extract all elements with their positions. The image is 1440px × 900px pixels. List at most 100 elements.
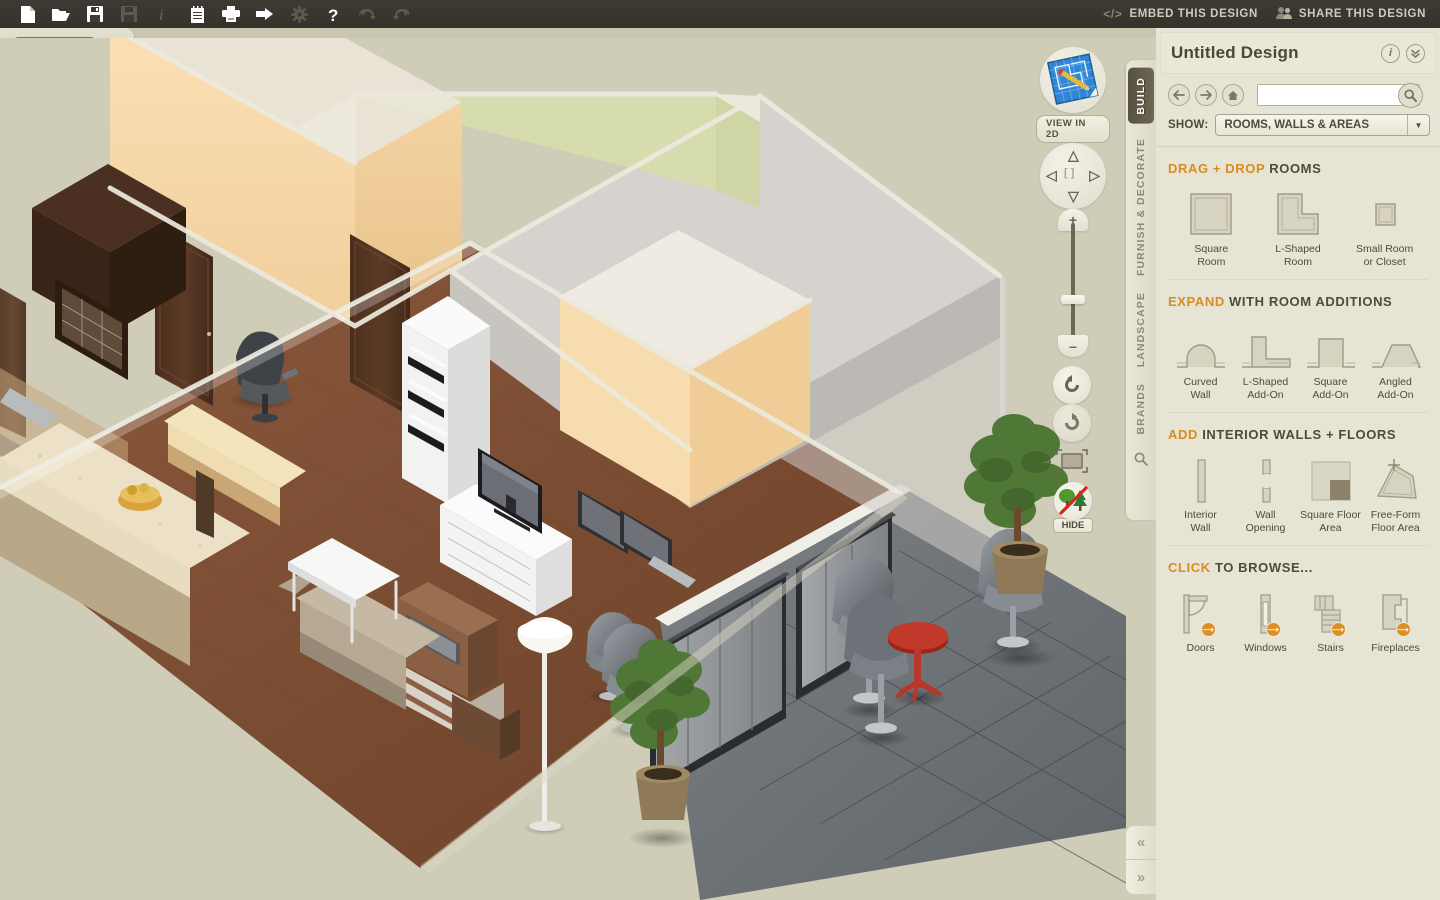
hide-landscape-button[interactable]: HIDE	[1052, 482, 1094, 533]
panel-search-box[interactable]	[1257, 83, 1423, 108]
panel-expand-chevron-icon[interactable]	[1406, 43, 1425, 63]
section-title-accent: CLICK	[1168, 560, 1211, 575]
show-filter-select[interactable]: ROOMS, WALLS & AREAS ▼	[1215, 114, 1430, 136]
panel-header: Untitled Design i	[1160, 32, 1436, 74]
open-folder-icon[interactable]	[44, 0, 78, 28]
panel-collapse-group: « »	[1126, 826, 1156, 894]
show-filter-row: SHOW: ROOMS, WALLS & AREAS ▼	[1156, 114, 1440, 146]
curved-wall-label: Curved Wall	[1183, 376, 1218, 401]
info-icon[interactable]: i	[146, 0, 180, 28]
wall-opening-item[interactable]: Wall Opening	[1233, 452, 1298, 535]
mode-tab-landscape[interactable]: LANDSCAPE	[1135, 284, 1147, 375]
free-form-floor-area-label: Free-Form Floor Area	[1370, 509, 1421, 534]
browse-windows-item[interactable]: ⟶ Windows	[1233, 585, 1298, 655]
share-design-label: SHARE THIS DESIGN	[1298, 8, 1426, 20]
angled-addon-item[interactable]: Angled Add-On	[1363, 319, 1428, 402]
free-form-floor-area-icon	[1372, 452, 1420, 504]
zoom-slider-thumb[interactable]	[1061, 295, 1085, 304]
section-interior-walls-floors: ADD INTERIOR WALLS + FLOORS Interior Wall	[1168, 413, 1428, 546]
section-title-accent: ADD	[1168, 427, 1198, 442]
pan-down-button[interactable]: ▽	[1068, 188, 1079, 205]
small-room-closet-item[interactable]: Small Room or Closet	[1341, 186, 1428, 269]
section-title-accent: EXPAND	[1168, 294, 1225, 309]
redo-icon[interactable]	[384, 0, 418, 28]
view-in-2d-button[interactable]: VIEW IN 2D	[1036, 47, 1110, 143]
hide-trees-icon	[1054, 482, 1092, 520]
interior-wall-icon	[1189, 452, 1213, 504]
browse-badge-icon: ⟶	[1330, 622, 1346, 637]
page-title: Untitled Design	[1171, 43, 1299, 62]
l-shaped-room-item[interactable]: L-Shaped Room	[1255, 186, 1342, 269]
interior-wall-item[interactable]: Interior Wall	[1168, 452, 1233, 535]
mode-tab-furnish-decorate[interactable]: FURNISH & DECORATE	[1135, 130, 1147, 284]
share-design-link[interactable]: SHARE THIS DESIGN	[1275, 6, 1426, 22]
right-panel: Untitled Design i SHOW: ROOMS, WALLS & A…	[1156, 28, 1440, 900]
print-icon[interactable]	[214, 0, 248, 28]
section-title-accent: DRAG + DROP	[1168, 161, 1266, 176]
export-icon[interactable]	[248, 0, 282, 28]
square-room-item[interactable]: Square Room	[1168, 186, 1255, 269]
browse-doors-label: Doors	[1186, 642, 1215, 654]
browse-stairs-item[interactable]: ⟶ Stairs	[1298, 585, 1363, 655]
square-floor-area-icon	[1308, 452, 1354, 504]
nav-back-button[interactable]	[1168, 84, 1190, 106]
pan-left-button[interactable]: ◁	[1046, 167, 1057, 184]
new-document-icon[interactable]	[10, 0, 44, 28]
mode-tab-build[interactable]: BUILD	[1128, 68, 1154, 124]
browse-doors-item[interactable]: ⟶ Doors	[1168, 585, 1233, 655]
section-title: CLICK TO BROWSE...	[1168, 560, 1428, 575]
share-people-icon	[1275, 6, 1292, 22]
l-shaped-addon-item[interactable]: L-Shaped Add-On	[1233, 319, 1298, 402]
panel-header-buttons: i	[1381, 43, 1425, 63]
browse-fireplaces-item[interactable]: ⟶ Fireplaces	[1363, 585, 1428, 655]
pan-up-button[interactable]: △	[1068, 147, 1079, 164]
l-shaped-room-label: L-Shaped Room	[1275, 243, 1321, 268]
recenter-view-button[interactable]: [ ]	[1064, 167, 1074, 179]
camera-pan-pad[interactable]: △ ▽ ◁ ▷ [ ]	[1040, 143, 1106, 209]
browse-badge-icon: ⟶	[1265, 622, 1281, 637]
undo-icon[interactable]	[350, 0, 384, 28]
show-filter-label: SHOW:	[1168, 119, 1209, 131]
curved-wall-item[interactable]: Curved Wall	[1168, 319, 1233, 402]
nav-forward-button[interactable]	[1195, 84, 1217, 106]
expand-panel-button[interactable]: »	[1126, 860, 1156, 894]
browse-fireplaces-label: Fireplaces	[1371, 642, 1420, 654]
fit-to-screen-button[interactable]	[1053, 446, 1091, 478]
square-room-icon	[1187, 186, 1235, 238]
section-title: ADD INTERIOR WALLS + FLOORS	[1168, 427, 1428, 442]
square-floor-area-item[interactable]: Square Floor Area	[1298, 452, 1363, 535]
small-room-closet-icon	[1361, 186, 1409, 238]
collapse-panel-button[interactable]: «	[1126, 826, 1156, 860]
design-info-button[interactable]: i	[1381, 43, 1400, 63]
settings-gear-icon[interactable]	[282, 0, 316, 28]
stairs-icon: ⟶	[1308, 585, 1354, 637]
zoom-slider-track[interactable]	[1071, 223, 1075, 345]
zoom-slider[interactable]: + –	[1056, 209, 1090, 357]
mode-tab-brands[interactable]: BRANDS	[1135, 375, 1147, 443]
square-addon-item[interactable]: Square Add-On	[1298, 319, 1363, 402]
zoom-out-button[interactable]: –	[1058, 335, 1088, 357]
square-room-label: Square Room	[1194, 243, 1229, 268]
angled-addon-label: Angled Add-On	[1377, 376, 1414, 401]
square-addon-icon	[1305, 319, 1357, 371]
room-addition-grid: Curved Wall L-Shaped Add-On Square Add-On	[1168, 319, 1428, 402]
rotate-left-button[interactable]	[1053, 366, 1091, 404]
rotate-right-button[interactable]	[1053, 404, 1091, 442]
browse-stairs-label: Stairs	[1317, 642, 1344, 654]
section-room-additions: EXPAND WITH ROOM ADDITIONS Curved Wall L…	[1168, 280, 1428, 413]
search-icon[interactable]	[1134, 452, 1148, 471]
pan-right-button[interactable]: ▷	[1089, 167, 1100, 184]
save-icon[interactable]	[78, 0, 112, 28]
chevron-down-icon[interactable]: ▼	[1407, 115, 1429, 135]
nav-home-button[interactable]	[1222, 84, 1244, 106]
search-input[interactable]	[1258, 85, 1390, 105]
search-submit-button[interactable]	[1398, 83, 1423, 108]
design-canvas-3d[interactable]	[0, 38, 1126, 900]
panel-sections: DRAG + DROP ROOMS Square Room L-Shaped R…	[1156, 146, 1440, 665]
help-icon[interactable]: ?	[316, 0, 350, 28]
save-as-icon[interactable]	[112, 0, 146, 28]
small-room-closet-label: Small Room or Closet	[1356, 243, 1414, 268]
embed-design-link[interactable]: </> EMBED THIS DESIGN	[1103, 7, 1258, 21]
free-form-floor-area-item[interactable]: Free-Form Floor Area	[1363, 452, 1428, 535]
notes-icon[interactable]	[180, 0, 214, 28]
